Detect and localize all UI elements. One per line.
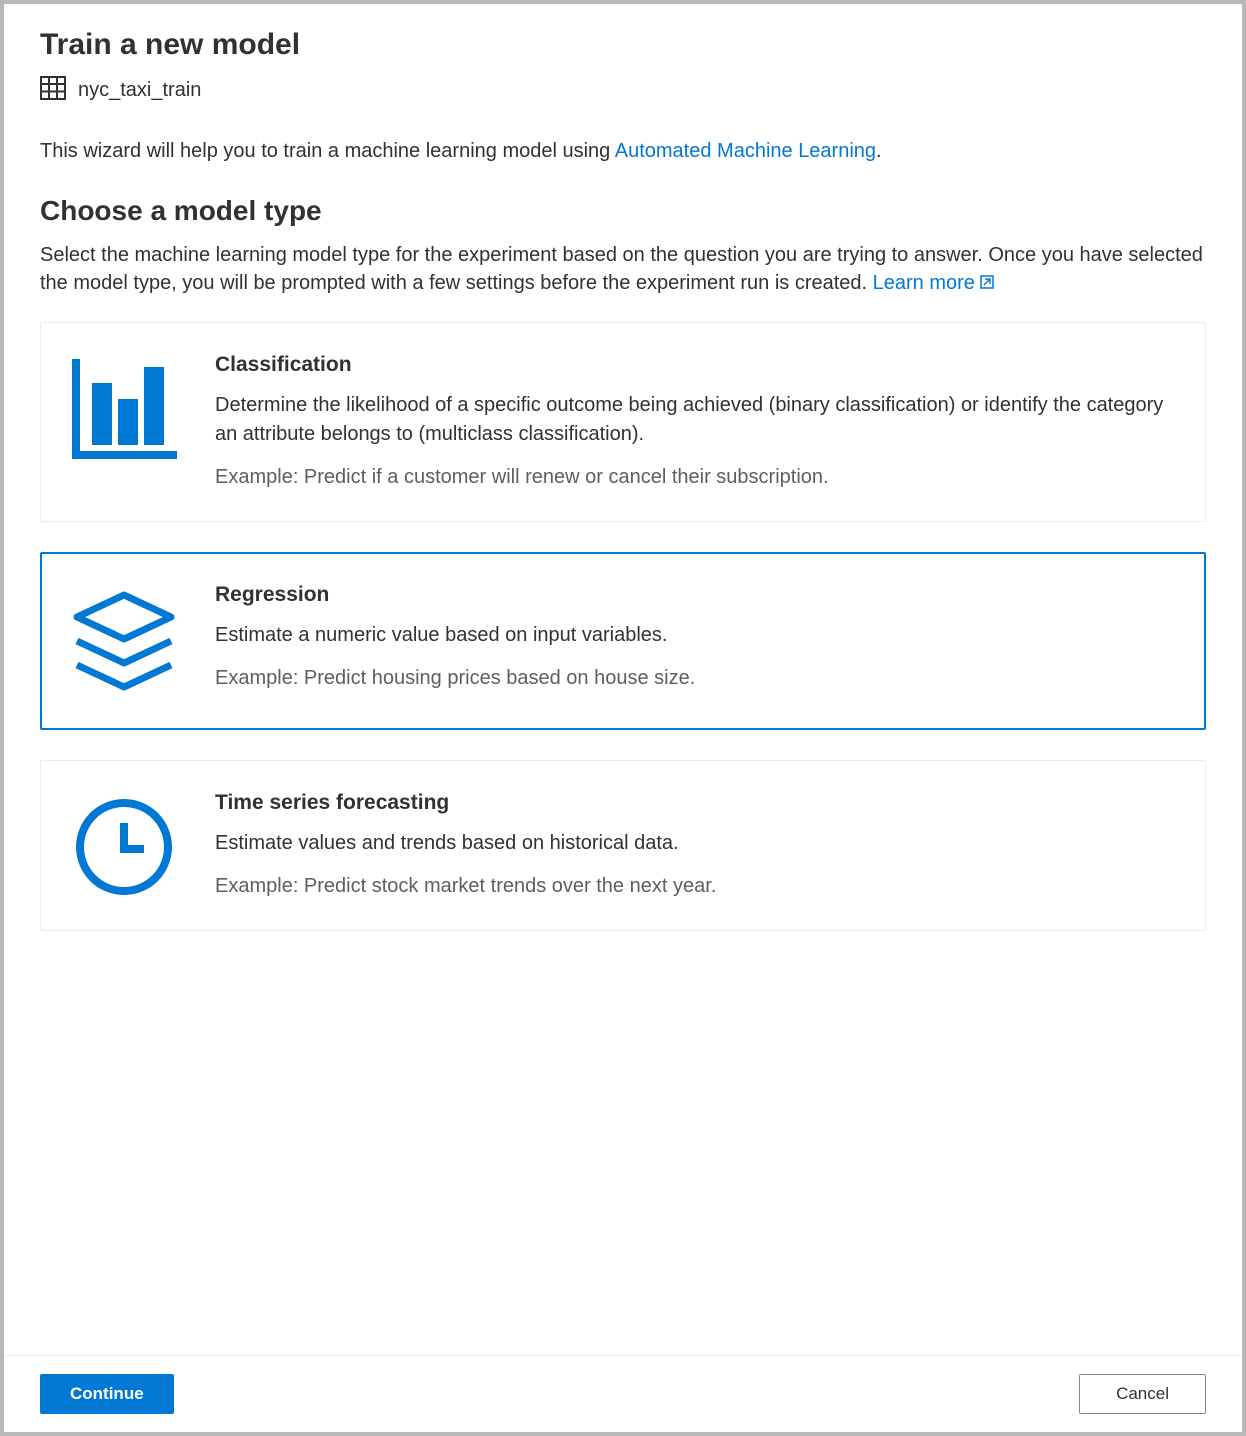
- card-example: Example: Predict stock market trends ove…: [215, 872, 1175, 900]
- card-title: Regression: [215, 583, 1175, 607]
- intro-after: .: [876, 140, 882, 162]
- card-regression[interactable]: Regression Estimate a numeric value base…: [40, 552, 1206, 730]
- card-body: Classification Determine the likelihood …: [215, 353, 1175, 491]
- page-title: Train a new model: [40, 28, 1206, 62]
- card-example: Example: Predict housing prices based on…: [215, 664, 1175, 692]
- bar-chart-icon: [69, 353, 179, 491]
- dialog-content: Train a new model nyc_taxi_train This wi…: [4, 4, 1242, 1355]
- section-description: Select the machine learning model type f…: [40, 241, 1206, 298]
- external-link-icon: [979, 270, 995, 298]
- section-title: Choose a model type: [40, 195, 1206, 227]
- layers-icon: [69, 583, 179, 699]
- card-description: Estimate values and trends based on hist…: [215, 829, 1175, 858]
- table-icon: [40, 76, 66, 105]
- card-timeseries[interactable]: Time series forecasting Estimate values …: [40, 760, 1206, 931]
- card-classification[interactable]: Classification Determine the likelihood …: [40, 322, 1206, 522]
- automl-link[interactable]: Automated Machine Learning: [615, 140, 876, 162]
- card-body: Regression Estimate a numeric value base…: [215, 583, 1175, 699]
- card-example: Example: Predict if a customer will rene…: [215, 463, 1175, 491]
- dataset-name: nyc_taxi_train: [78, 79, 201, 102]
- section-desc-text: Select the machine learning model type f…: [40, 244, 1203, 294]
- dialog-footer: Continue Cancel: [4, 1355, 1242, 1432]
- continue-button[interactable]: Continue: [40, 1374, 174, 1414]
- dataset-row: nyc_taxi_train: [40, 76, 1206, 105]
- card-body: Time series forecasting Estimate values …: [215, 791, 1175, 900]
- card-title: Classification: [215, 353, 1175, 377]
- card-description: Determine the likelihood of a specific o…: [215, 391, 1175, 449]
- card-description: Estimate a numeric value based on input …: [215, 621, 1175, 650]
- learn-more-link[interactable]: Learn more: [873, 272, 995, 294]
- intro-text: This wizard will help you to train a mac…: [40, 137, 1206, 165]
- cancel-button[interactable]: Cancel: [1079, 1374, 1206, 1414]
- model-type-card-list: Classification Determine the likelihood …: [40, 322, 1206, 931]
- card-title: Time series forecasting: [215, 791, 1175, 815]
- clock-icon: [69, 791, 179, 900]
- train-model-dialog: Train a new model nyc_taxi_train This wi…: [4, 4, 1242, 1432]
- intro-before: This wizard will help you to train a mac…: [40, 140, 615, 162]
